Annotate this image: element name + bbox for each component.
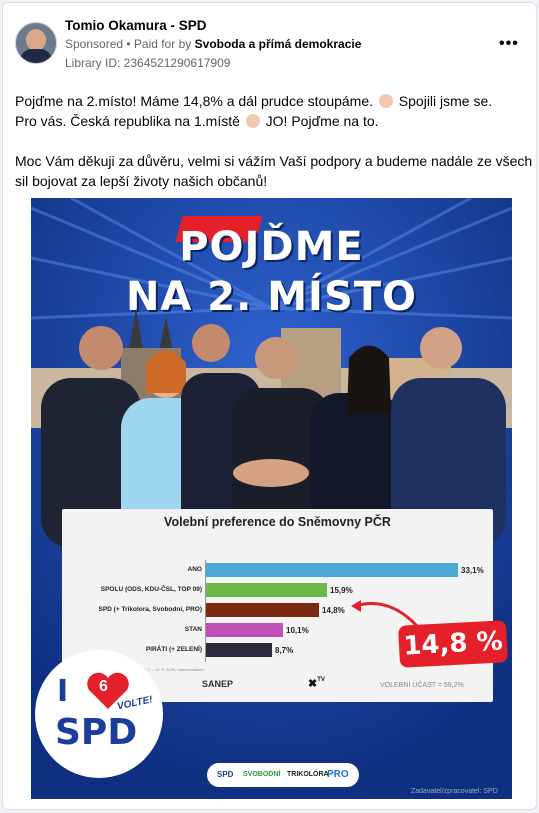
- library-id: Library ID: 2364521290617909: [65, 56, 231, 70]
- result-badge: 14,8 %: [397, 620, 509, 668]
- bar-label: ANO: [187, 566, 202, 573]
- sponsored-line: Sponsored • Paid for by Svoboda a přímá …: [65, 37, 361, 51]
- xtv-logo: ✖TV: [308, 677, 325, 690]
- more-options-button[interactable]: •••: [499, 35, 519, 53]
- bar: [206, 603, 319, 617]
- chart-source-note: SANEP, 7. – 10. 9. 2025, reprezentativní: [132, 667, 204, 672]
- coalition-logos: SPD SVOBODNÍ TRIKOLÓRA PRO: [207, 763, 359, 787]
- i-love-spd-logo: I 6 VOLTE! SPD: [35, 650, 163, 778]
- post-text-line: Pro vás. Česká republika na 1.místě JO! …: [15, 113, 379, 129]
- bar-label: SPD (+ Trikolora, Svobodní, PRO): [98, 606, 202, 613]
- post-card: Tomio Okamura - SPD Sponsored • Paid for…: [2, 2, 537, 810]
- bar-value-label: 33,1%: [461, 566, 484, 575]
- page-avatar[interactable]: [15, 22, 57, 64]
- bar-value-label: 8,7%: [275, 646, 294, 655]
- paid-for-prefix: • Paid for by: [126, 37, 192, 51]
- ad-image[interactable]: POJĎME NA 2. MÍSTO Volební preference do…: [31, 198, 512, 799]
- paid-for-by-link[interactable]: Svoboda a přímá demokracie: [195, 37, 362, 51]
- turnout-label: VOLEBNÍ ÚČAST = 59,2%: [380, 682, 464, 689]
- bar: [206, 583, 327, 597]
- handshake-icon: [245, 114, 260, 128]
- post-text-line: sil bojovat za lepší životy našich občan…: [15, 173, 268, 189]
- sponsored-label: Sponsored: [65, 37, 124, 51]
- chart-title: Volební preference do Sněmovny PČR: [164, 515, 391, 529]
- post-text-line: Pojďme na 2.místo! Máme 14,8% a dál prud…: [15, 91, 492, 597]
- bar-value-label: 15,9%: [330, 586, 353, 595]
- ad-credit: Zadavatel/zpracovatel: SPD: [411, 788, 498, 795]
- handshake-icon: [378, 94, 393, 108]
- poster-headline-1: POJĎME: [179, 224, 364, 270]
- bar: [206, 563, 458, 577]
- bar: [206, 643, 272, 657]
- bar-value-label: 10,1%: [286, 626, 309, 635]
- post-text-line: Moc Vám děkuji za důvěru, velmi si vážím…: [15, 153, 533, 169]
- page-name-link[interactable]: Tomio Okamura - SPD: [65, 18, 207, 33]
- bar: [206, 623, 283, 637]
- bar-value-label: 14,8%: [322, 606, 345, 615]
- bar-label: STAN: [184, 626, 202, 633]
- bar-label: SPOLU (ODS, KDU-ČSL, TOP 09): [100, 586, 202, 593]
- sanep-logo: SANEP: [202, 679, 234, 689]
